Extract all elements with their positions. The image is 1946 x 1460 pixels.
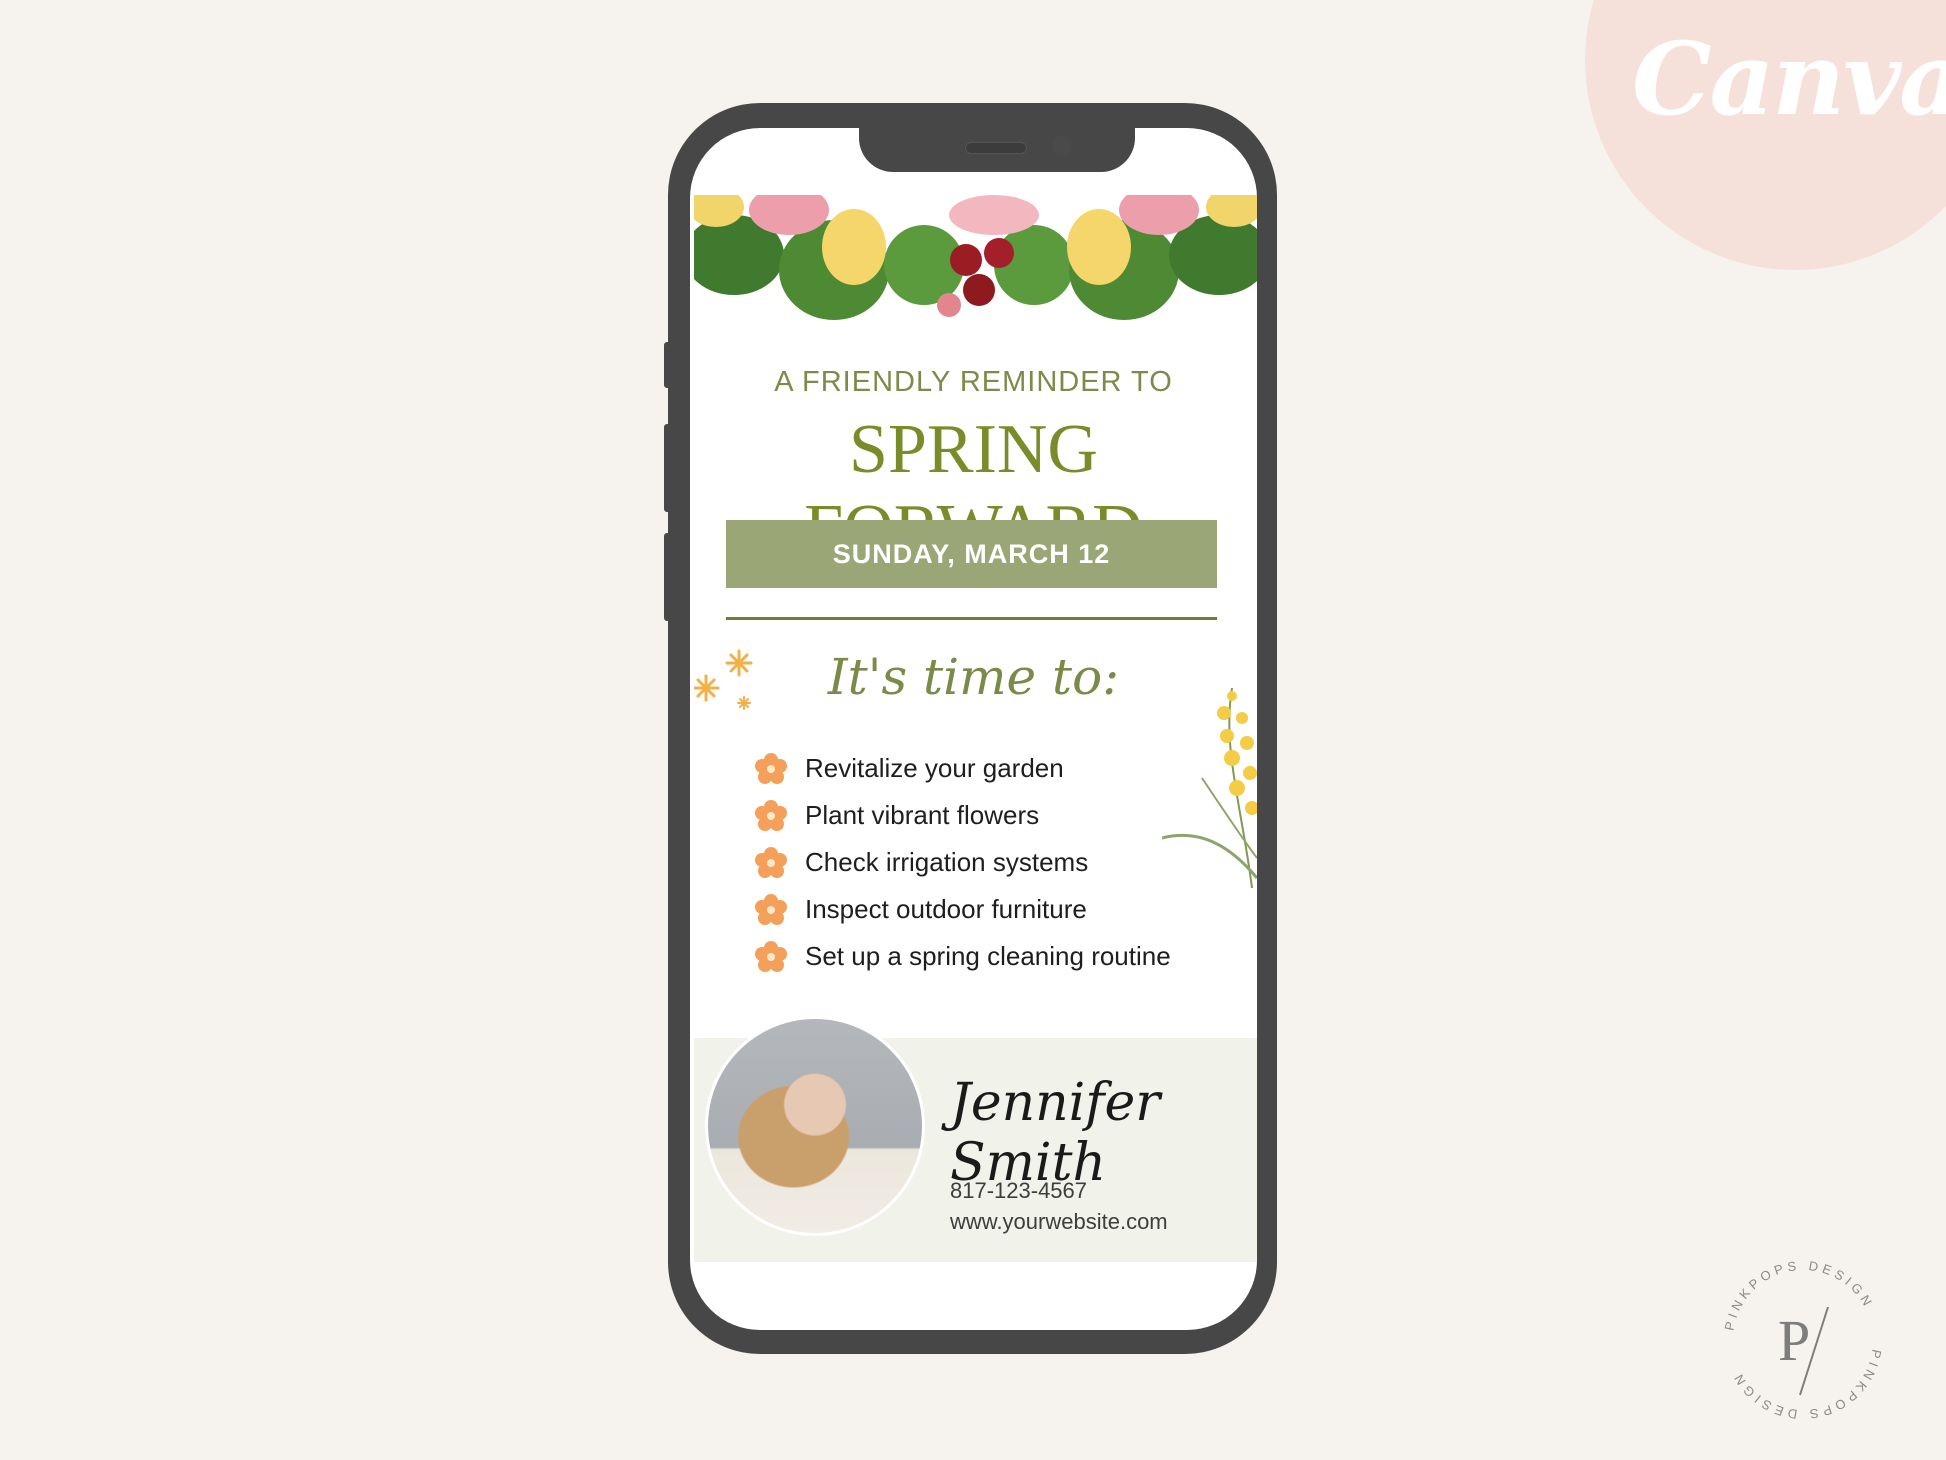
phone-screen: A FRIENDLY REMINDER TO SPRING FORWARD SU…: [690, 128, 1257, 1330]
list-item: Inspect outdoor furniture: [755, 886, 1171, 933]
date-text: SUNDAY, MARCH 12: [832, 538, 1111, 569]
phone-frame: A FRIENDLY REMINDER TO SPRING FORWARD SU…: [668, 103, 1277, 1354]
contact-name-signature: Jennifer Smith: [950, 1073, 1161, 1193]
list-item-text: Set up a spring cleaning routine: [805, 941, 1171, 971]
contact-website: www.yourwebsite.com: [950, 1209, 1168, 1234]
floral-garland-illustration: [694, 195, 1257, 320]
pinkpops-design-logo: PINKPOPS DESIGN PINKPOPS DESIGN P: [1722, 1258, 1881, 1422]
divider: [726, 617, 1217, 620]
date-banner: SUNDAY, MARCH 12: [726, 520, 1217, 588]
camera-icon: [1052, 136, 1072, 156]
flower-bullet-icon: [755, 799, 787, 831]
canva-logo-text: Canva: [1632, 20, 1946, 138]
list-item-text: Plant vibrant flowers: [805, 800, 1040, 830]
flower-bullet-icon: [755, 752, 787, 784]
notch: [859, 128, 1135, 172]
red-blossom: [950, 244, 982, 276]
speaker-icon: [965, 142, 1027, 154]
logo-monogram: P: [1778, 1308, 1810, 1373]
avatar: [705, 1016, 925, 1236]
contact-phone: 817-123-4567: [950, 1178, 1088, 1203]
subtitle: A FRIENDLY REMINDER TO: [774, 366, 1173, 398]
flower-bullet-icon: [755, 846, 787, 878]
red-blossom: [984, 238, 1014, 268]
list-item: Plant vibrant flowers: [755, 792, 1171, 839]
list-item-text: Inspect outdoor furniture: [805, 894, 1087, 924]
list-item: Check irrigation systems: [755, 839, 1171, 886]
list-item-text: Check irrigation systems: [805, 847, 1089, 877]
red-blossom: [963, 274, 995, 306]
flower-bullet-icon: [755, 893, 787, 925]
flower-bullet-icon: [755, 940, 787, 972]
list-item: Set up a spring cleaning routine: [755, 933, 1171, 980]
task-list: Revitalize your garden Plant vibrant flo…: [755, 745, 1171, 980]
yellow-rose: [1067, 209, 1131, 285]
yellow-rose: [822, 209, 886, 285]
list-item: Revitalize your garden: [755, 745, 1171, 792]
mimosa-branch-illustration: [1162, 688, 1257, 888]
pink-blossom: [937, 293, 961, 317]
list-item-text: Revitalize your garden: [805, 753, 1064, 783]
pink-blossom: [949, 195, 1039, 235]
